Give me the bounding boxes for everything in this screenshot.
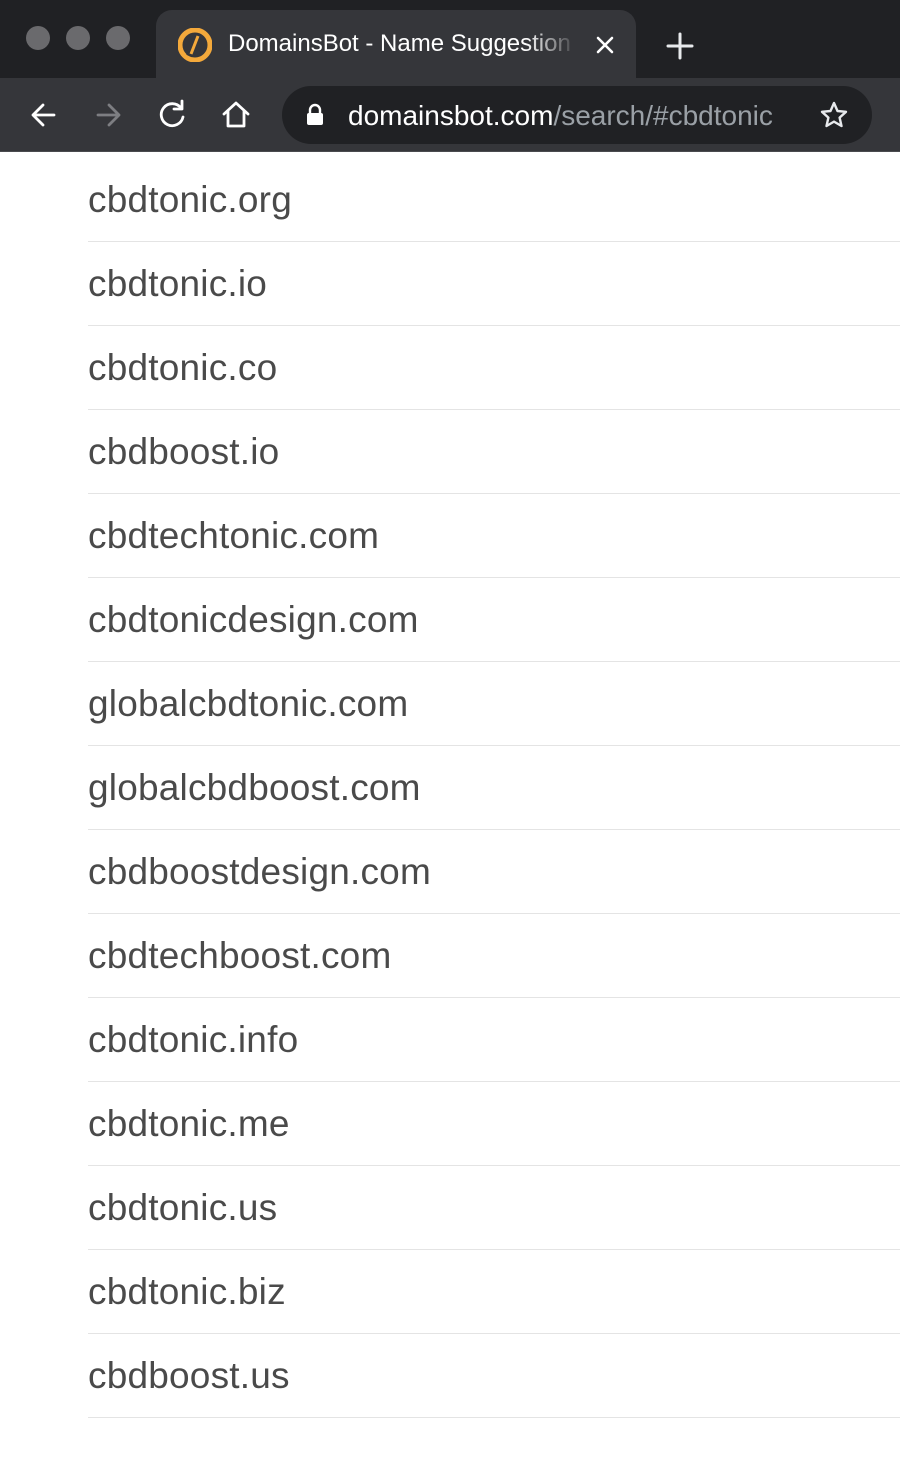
- window-minimize-button[interactable]: [66, 26, 90, 50]
- star-icon[interactable]: [818, 99, 850, 131]
- address-bar[interactable]: domainsbot.com/search/#cbdtonic: [282, 86, 872, 144]
- forward-arrow-icon[interactable]: [88, 95, 128, 135]
- domain-suggestion-item[interactable]: cbdtonic.org: [88, 158, 900, 242]
- tab-title: DomainsBot - Name Suggestion: [228, 30, 571, 57]
- domain-suggestion-item[interactable]: cbdtonic.us: [88, 1166, 900, 1250]
- reload-icon[interactable]: [152, 95, 192, 135]
- page-content: cbdtonic.org cbdtonic.io cbdtonic.co cbd…: [0, 152, 900, 1460]
- url-text[interactable]: domainsbot.com/search/#cbdtonic: [348, 99, 788, 133]
- browser-toolbar: domainsbot.com/search/#cbdtonic: [0, 78, 900, 152]
- close-tab-icon[interactable]: [590, 30, 620, 60]
- domain-suggestion-item[interactable]: cbdtonicdesign.com: [88, 578, 900, 662]
- domain-suggestion-item[interactable]: cbdboostdesign.com: [88, 830, 900, 914]
- domain-suggestion-item[interactable]: globalcbdboost.com: [88, 746, 900, 830]
- new-tab-icon[interactable]: [662, 28, 698, 64]
- domainsbot-logo-icon: [178, 28, 212, 62]
- domain-suggestion-item[interactable]: cbdboost.io: [88, 410, 900, 494]
- domain-suggestion-item[interactable]: cbdtechtonic.com: [88, 494, 900, 578]
- browser-titlebar: DomainsBot - Name Suggestion: [0, 0, 900, 78]
- domain-suggestion-item[interactable]: cbdtonic.io: [88, 242, 900, 326]
- domain-suggestion-item[interactable]: cbdtonic.me: [88, 1082, 900, 1166]
- lock-icon[interactable]: [304, 103, 326, 127]
- url-path: /search/#cbdtonic: [553, 100, 773, 131]
- domain-suggestion-item[interactable]: cbdtonic.biz: [88, 1250, 900, 1334]
- domain-suggestion-item[interactable]: cbdtonic.info: [88, 998, 900, 1082]
- window-zoom-button[interactable]: [106, 26, 130, 50]
- domain-suggestion-list: cbdtonic.org cbdtonic.io cbdtonic.co cbd…: [88, 158, 900, 1418]
- domain-suggestion-item[interactable]: cbdboost.us: [88, 1334, 900, 1418]
- domain-suggestion-item[interactable]: cbdtonic.co: [88, 326, 900, 410]
- home-icon[interactable]: [216, 95, 256, 135]
- window-close-button[interactable]: [26, 26, 50, 50]
- browser-tab-active[interactable]: DomainsBot - Name Suggestion: [156, 10, 636, 78]
- domain-suggestion-item[interactable]: globalcbdtonic.com: [88, 662, 900, 746]
- back-arrow-icon[interactable]: [24, 95, 64, 135]
- url-host: domainsbot.com: [348, 100, 554, 131]
- domain-suggestion-item[interactable]: cbdtechboost.com: [88, 914, 900, 998]
